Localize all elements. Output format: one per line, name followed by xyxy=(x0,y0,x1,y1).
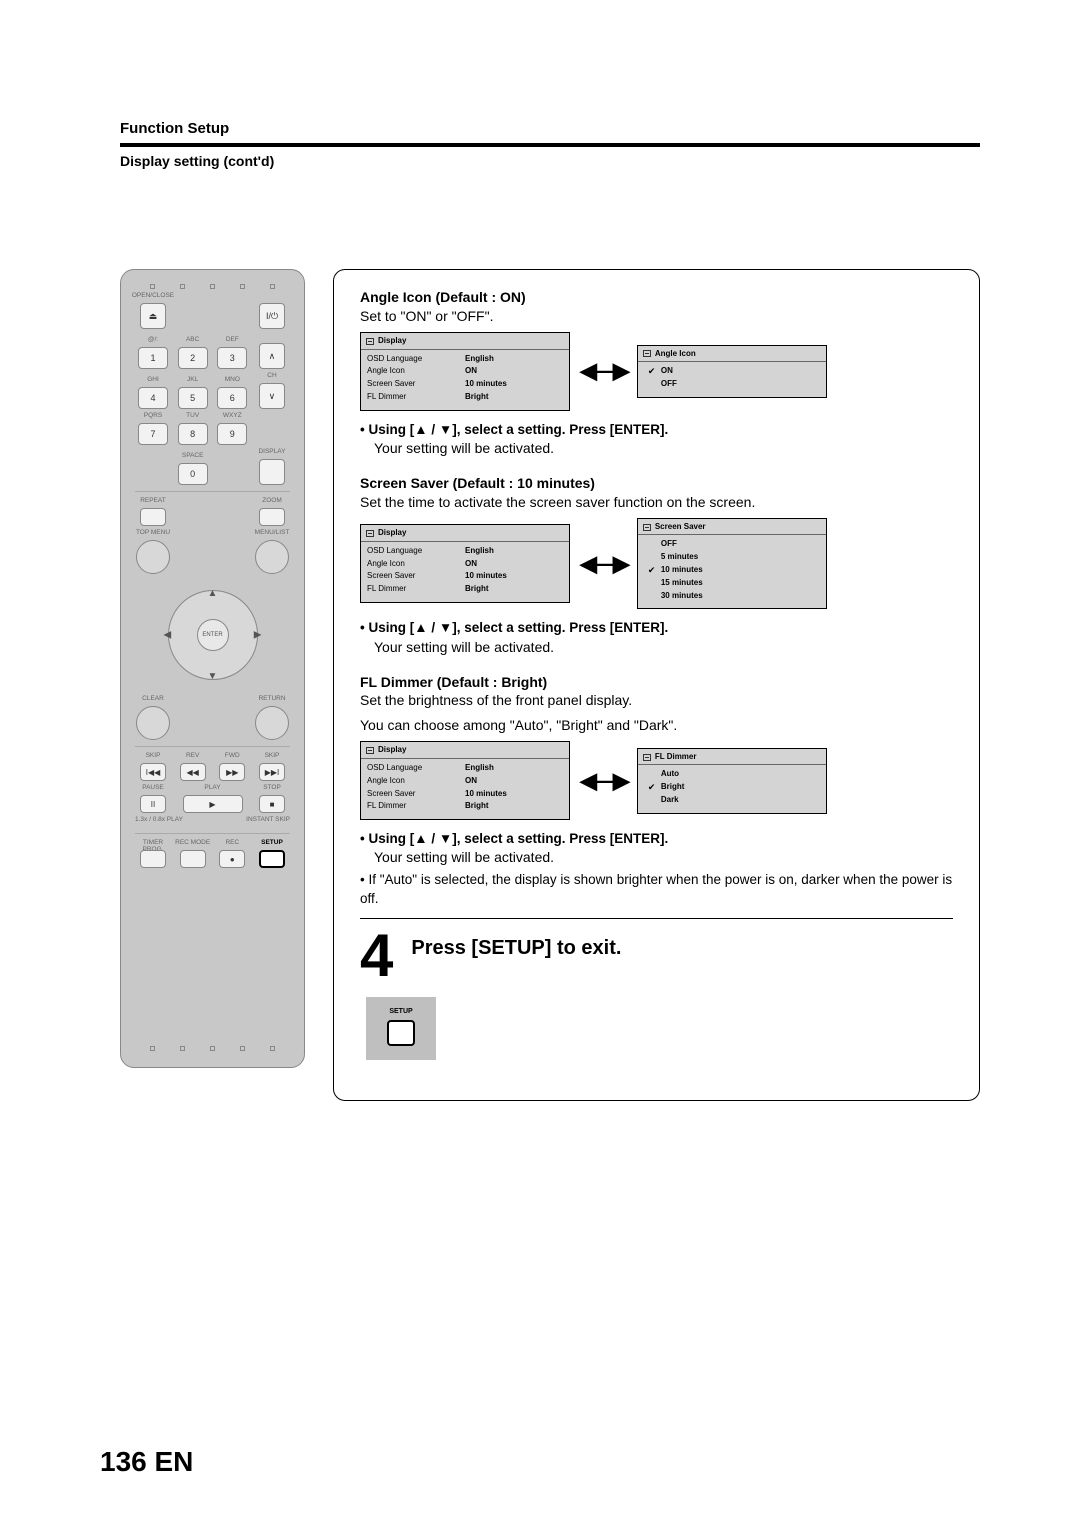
angle-heading: Angle Icon (Default : ON) xyxy=(360,288,953,307)
eject-icon: ⏏ xyxy=(140,303,166,329)
enter-button: ENTER xyxy=(197,619,229,651)
double-arrow-icon: ◀—▶ xyxy=(580,766,627,796)
dpad-left-icon: ◀ xyxy=(164,630,172,641)
dpad-right-icon: ▶ xyxy=(254,630,262,641)
saver-desc: Set the time to activate the screen save… xyxy=(360,493,953,512)
angle-instruction: • Using [▲ / ▼], select a setting. Press… xyxy=(360,421,953,439)
skip-prev-icon: I◀◀ xyxy=(140,763,166,781)
menu-icon xyxy=(643,754,651,761)
setup-button xyxy=(259,850,285,868)
forward-icon: ▶▶ xyxy=(219,763,245,781)
menu-icon xyxy=(366,530,374,537)
menu-icon xyxy=(366,747,374,754)
display-menu-box: Display OSD LanguageEnglish Angle IconON… xyxy=(360,524,570,603)
setup-button-icon xyxy=(387,1020,415,1046)
section-title: Function Setup xyxy=(120,120,980,137)
menu-icon xyxy=(643,350,651,357)
display-menu-box: Display OSD LanguageEnglish Angle IconON… xyxy=(360,741,570,820)
stop-icon: ■ xyxy=(259,795,285,813)
dpad: ▲ ▼ ◀ ▶ ENTER xyxy=(158,580,268,690)
play-icon: ▶ xyxy=(183,795,243,813)
menu-icon xyxy=(643,524,651,531)
saver-result: Your setting will be activated. xyxy=(374,638,953,657)
dpad-up-icon: ▲ xyxy=(208,588,218,599)
step-4: 4 Press [SETUP] to exit. xyxy=(360,918,953,983)
saver-options-box: Screen Saver OFF 5 minutes ✔10 minutes 1… xyxy=(637,518,827,610)
dimmer-desc2: You can choose among "Auto", "Bright" an… xyxy=(360,716,953,735)
skip-next-icon: ▶▶I xyxy=(259,763,285,781)
menu-icon xyxy=(366,338,374,345)
page-number: 136 EN xyxy=(100,1446,193,1478)
check-icon: ✔ xyxy=(648,367,657,376)
rec-icon: ● xyxy=(219,850,245,868)
display-menu-box: Display OSD LanguageEnglish Angle IconON… xyxy=(360,332,570,411)
section-subtitle: Display setting (cont'd) xyxy=(120,153,980,169)
pause-icon: II xyxy=(140,795,166,813)
rewind-icon: ◀◀ xyxy=(180,763,206,781)
dimmer-note: • If "Auto" is selected, the display is … xyxy=(360,871,953,907)
check-icon: ✔ xyxy=(648,783,657,792)
dpad-down-icon: ▼ xyxy=(208,671,218,682)
ch-down-icon: ∨ xyxy=(259,383,285,409)
dimmer-options-box: FL Dimmer Auto ✔Bright Dark xyxy=(637,748,827,814)
angle-options-box: Angle Icon ✔ON OFF xyxy=(637,345,827,398)
double-arrow-icon: ◀—▶ xyxy=(580,356,627,386)
saver-instruction: • Using [▲ / ▼], select a setting. Press… xyxy=(360,619,953,637)
double-arrow-icon: ◀—▶ xyxy=(580,549,627,579)
step-text: Press [SETUP] to exit. xyxy=(411,929,621,962)
angle-result: Your setting will be activated. xyxy=(374,439,953,458)
step-number: 4 xyxy=(360,929,393,983)
angle-desc: Set to "ON" or "OFF". xyxy=(360,307,953,326)
setup-button-illustration: SETUP xyxy=(366,997,436,1060)
dimmer-instruction: • Using [▲ / ▼], select a setting. Press… xyxy=(360,830,953,848)
dimmer-heading: FL Dimmer (Default : Bright) xyxy=(360,673,953,692)
ch-up-icon: ∧ xyxy=(259,343,285,369)
dimmer-desc1: Set the brightness of the front panel di… xyxy=(360,691,953,710)
dimmer-result: Your setting will be activated. xyxy=(374,848,953,867)
instruction-panel: Angle Icon (Default : ON) Set to "ON" or… xyxy=(333,269,980,1101)
saver-heading: Screen Saver (Default : 10 minutes) xyxy=(360,474,953,493)
check-icon: ✔ xyxy=(648,566,657,575)
horizontal-rule xyxy=(120,143,980,147)
power-icon: I/⏻ xyxy=(259,303,285,329)
remote-control-illustration: OPEN/CLOSE⏏ I/⏻ @/:1 ABC2 DEF3 ∧ GHI4 JK… xyxy=(120,269,305,1068)
